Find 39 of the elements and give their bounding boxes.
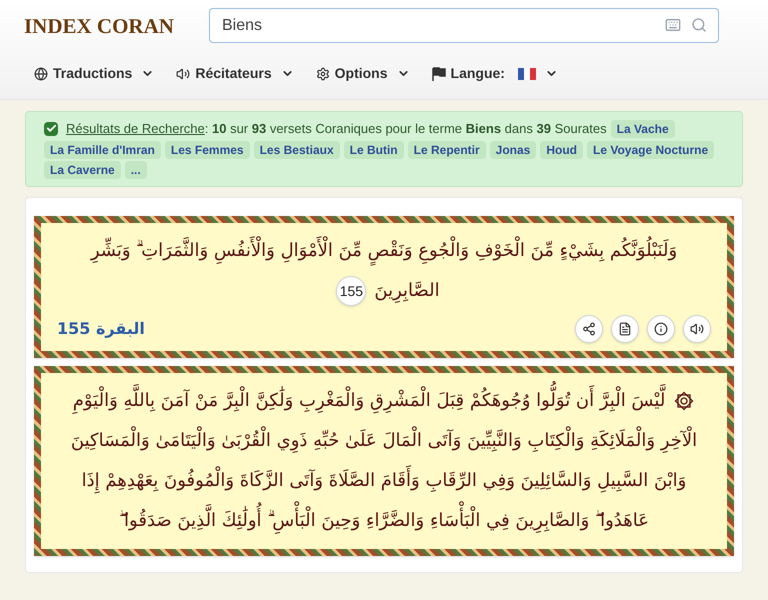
nav-menu-button[interactable]: Langue: [432, 63, 558, 84]
speaker-icon [176, 66, 190, 80]
speaker-icon [690, 322, 704, 336]
pdf-button[interactable] [611, 314, 639, 342]
search-icon[interactable] [691, 17, 707, 33]
settings-icon [316, 66, 330, 80]
surah-tag[interactable]: Les Femmes [164, 140, 250, 158]
french-flag-icon [518, 68, 536, 80]
keyboard-icon[interactable] [665, 17, 681, 33]
verse-text: لَّيْسَ الْبِرَّ أَن تُوَلُّوا وُجُوهَكُمْ قِبَلَ الْمَشْرِقِ وَالْمَغْرِبِ وَلَٰكِنَّ الْبِرَّ مَنْ آمَنَ بِاللَّهِ وَالْيَوْمِ الْآخِرِ وَالْمَلَائِكَةِ وَالْكِتَابِ وَالنَّبِيِّينَ وَآتَى الْمَالَ عَلَىٰ حُبِّهِ ذَوِي الْقُرْبَىٰ وَالْيَتَامَىٰ وَالْمَسَاكِينَ وَابْنَ السَّبِيلِ وَالسَّائِلِينَ وَفِي الرِّقَابِ وَأَقَامَ الصَّلَاةَ وَآتَى الزَّكَاةَ وَالْمُوفُونَ بِعَهْدِهِمْ إِذَا عَاهَدُوا ۖ وَالصَّابِرِينَ فِي الْبَأْسَاءِ وَالضَّرَّاءِ وَحِينَ الْبَأْسِ ۗ أُولَٰئِكَ الَّذِينَ صَدَقُوا ۖ [57, 380, 711, 540]
nav-menu-button[interactable]: Options [316, 63, 410, 84]
check-icon [46, 123, 56, 134]
surah-tag[interactable]: Jonas [490, 140, 536, 158]
results-link[interactable]: Résultats de Recherche [66, 121, 205, 136]
nav-menu-button[interactable]: Récitateurs [176, 63, 294, 84]
search-field[interactable]: Biens [209, 8, 719, 43]
surah-tag[interactable]: Le Butin [344, 140, 404, 158]
audio-button[interactable] [683, 314, 711, 342]
surah-tag[interactable]: La Vache [610, 120, 675, 138]
surah-tag[interactable]: Les Bestiaux [254, 140, 340, 158]
share-icon [582, 322, 596, 336]
document-icon [618, 322, 632, 336]
info-button[interactable] [647, 314, 675, 342]
surah-tag[interactable]: La Famille d'Imran [44, 140, 161, 158]
surah-tag[interactable]: La Caverne [44, 160, 121, 178]
checkbox[interactable] [44, 122, 58, 136]
globe-icon [34, 66, 48, 80]
surah-tag[interactable]: ... [124, 160, 147, 178]
surah-tag[interactable]: Houd [540, 140, 583, 158]
nav-menu-button[interactable]: Traductions [34, 63, 154, 84]
surah-tag[interactable]: Le Repentir [408, 140, 486, 158]
surah-tag[interactable]: Le Voyage Nocturne [587, 140, 714, 158]
site-logo[interactable]: INDEX CORAN [24, 12, 191, 38]
info-icon [654, 322, 668, 336]
verse-reference[interactable]: البقرة 155 [57, 316, 145, 340]
verse-number: 155 [336, 276, 366, 306]
share-button[interactable] [575, 314, 603, 342]
flag-icon [432, 66, 446, 80]
results-summary: : 10 sur 93 versets Coraniques pour le terme Biens dans 39 Sourates [204, 121, 607, 136]
